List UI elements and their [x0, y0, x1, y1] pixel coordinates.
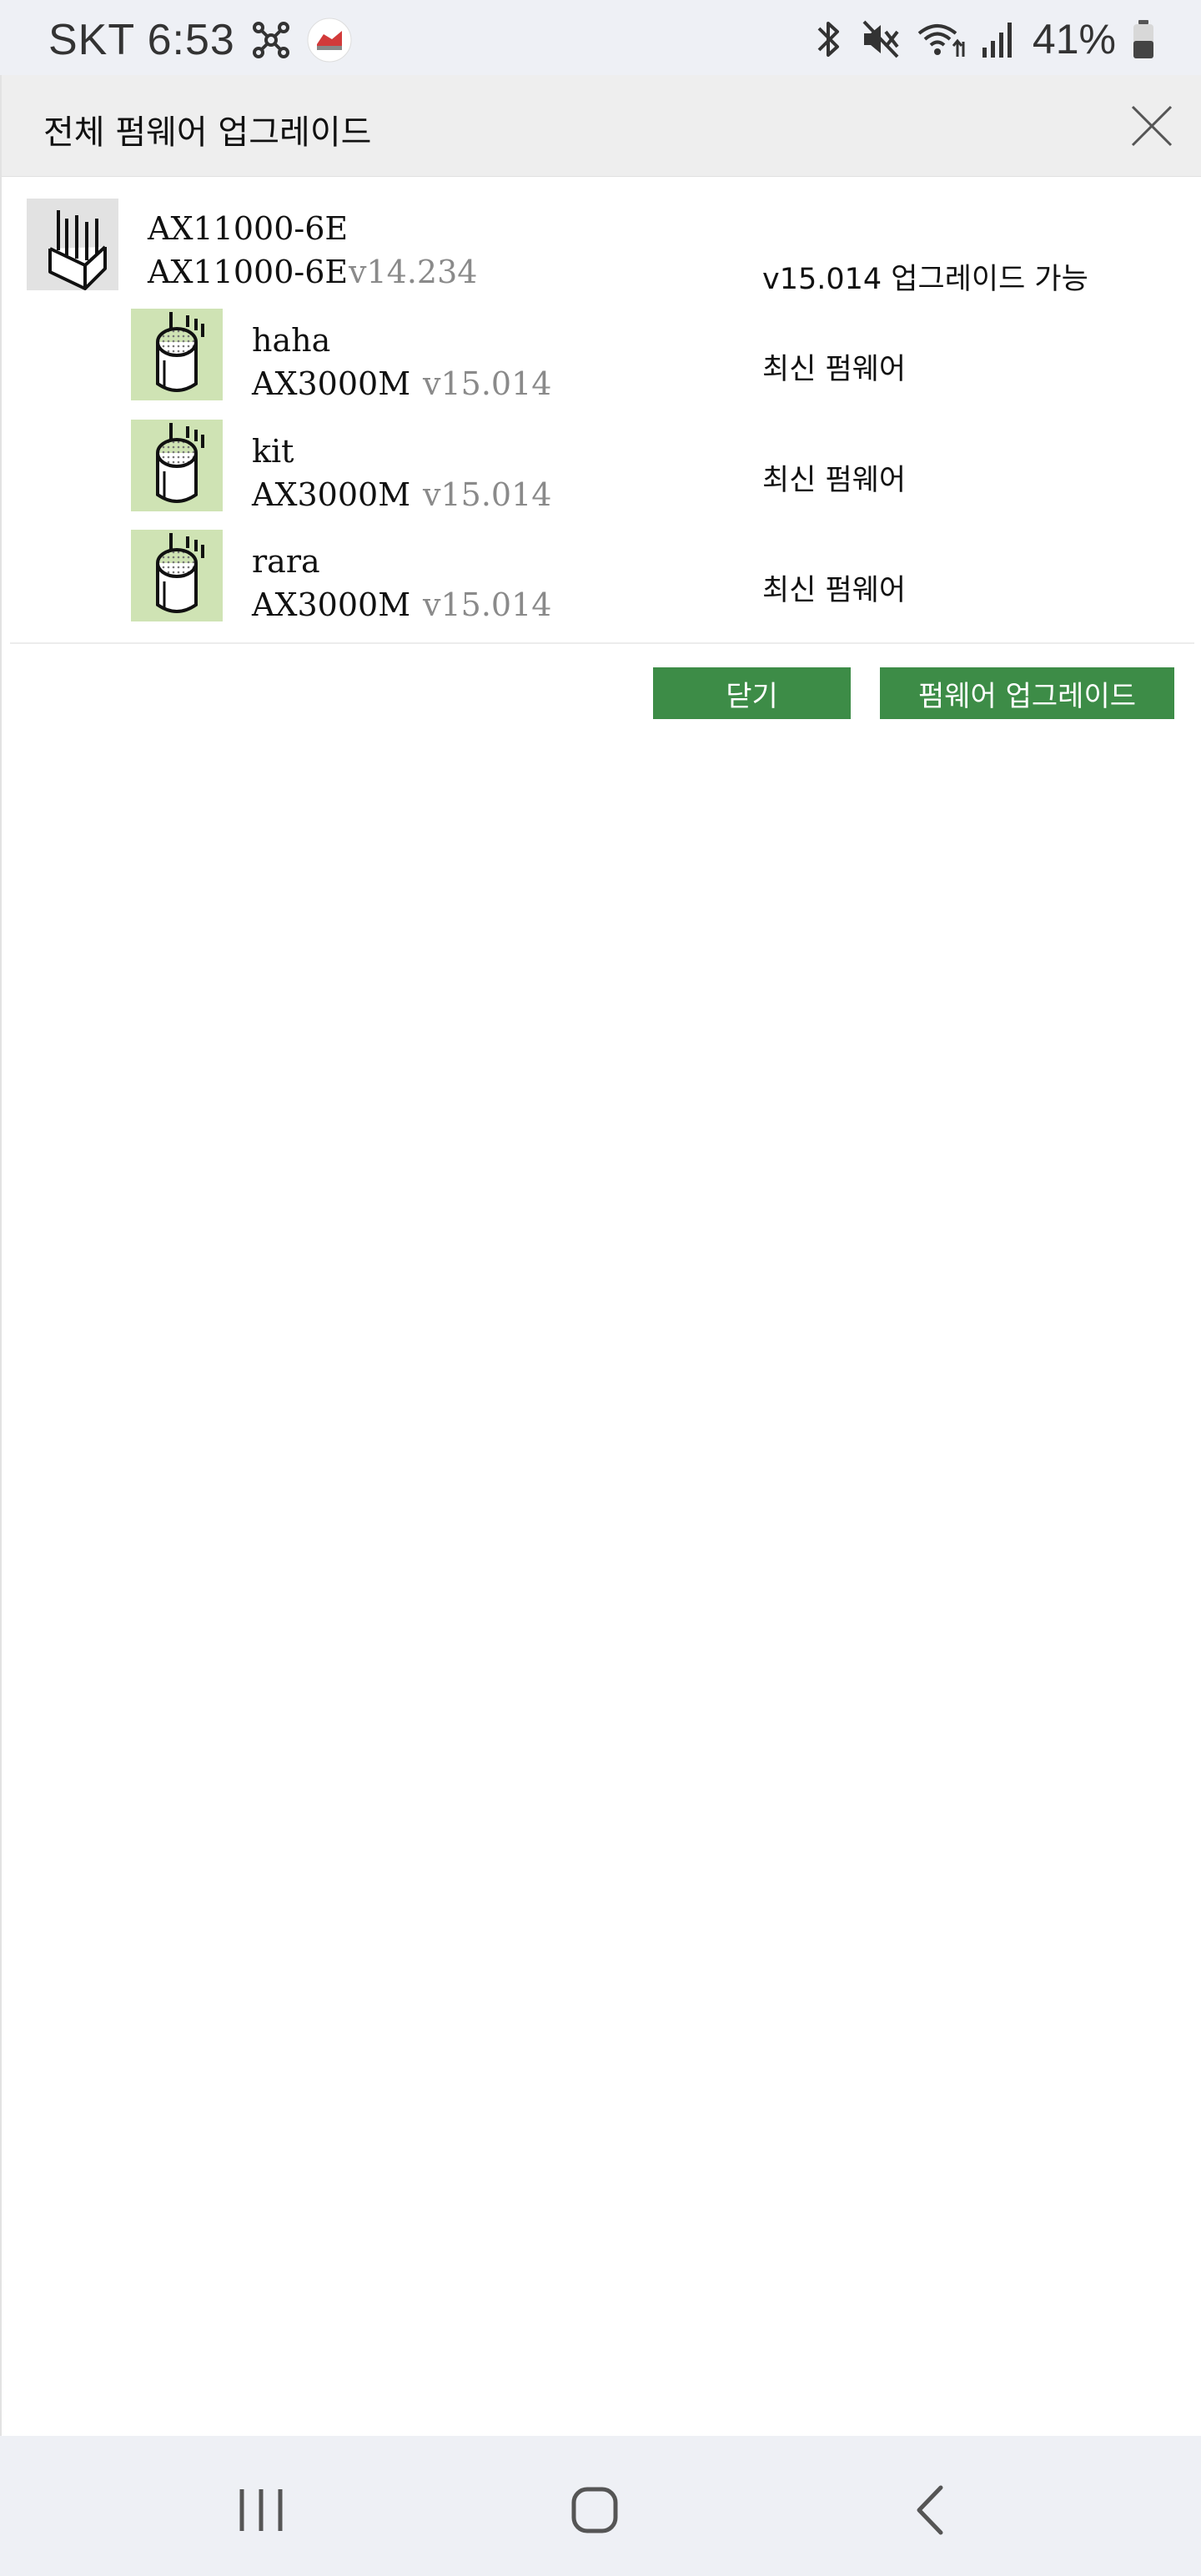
device-row-node: haha AX3000M v15.014 최신 펌웨어 — [2, 309, 1201, 417]
back-icon[interactable] — [892, 2473, 967, 2548]
wifi-icon — [916, 18, 966, 60]
carrier-time: SKT 6:53 — [48, 16, 235, 64]
firmware-upgrade-dialog: 전체 펌웨어 업그레이드 AX11000-6E AX11000-6E v14.2 — [0, 75, 1201, 2436]
device-row-node: kit AX3000M v15.014 최신 펌웨어 — [2, 420, 1201, 528]
device-model: AX3000M — [252, 476, 411, 513]
app-notification-icon — [307, 18, 352, 63]
firmware-upgrade-button[interactable]: 펌웨어 업그레이드 — [880, 667, 1174, 719]
close-icon[interactable] — [1126, 100, 1178, 152]
mesh-node-icon — [131, 420, 223, 511]
device-status: v15.014 업그레이드 가능 — [762, 263, 1088, 296]
device-status: 최신 펌웨어 — [762, 574, 907, 607]
device-version: v15.014 — [423, 586, 552, 623]
device-version: v15.014 — [423, 476, 552, 513]
device-status: 최신 펌웨어 — [762, 464, 907, 497]
device-version: v15.014 — [423, 365, 552, 402]
battery-icon — [1131, 18, 1156, 60]
device-model: AX3000M — [252, 365, 411, 402]
recents-icon[interactable] — [224, 2473, 299, 2548]
device-model: AX3000M — [252, 586, 411, 623]
close-button[interactable]: 닫기 — [653, 667, 851, 719]
device-name: kit — [252, 433, 294, 470]
mute-icon — [861, 18, 901, 60]
mesh-node-icon — [131, 530, 223, 621]
bluetooth-icon — [812, 17, 846, 62]
battery-percent: 41% — [1032, 16, 1116, 63]
router-icon — [27, 199, 118, 290]
device-name: haha — [252, 322, 331, 359]
divider — [10, 642, 1194, 644]
device-name: rara — [252, 543, 320, 580]
device-version: v14.234 — [349, 254, 478, 290]
device-row-node: rara AX3000M v15.014 최신 펌웨어 — [2, 530, 1201, 638]
navigation-bar — [0, 2436, 1201, 2576]
network-hub-icon — [250, 19, 292, 61]
device-row-main: AX11000-6E AX11000-6E v14.234 v15.014 업그… — [2, 199, 1201, 307]
signal-icon — [981, 19, 1018, 59]
dialog-header: 전체 펌웨어 업그레이드 — [2, 75, 1201, 177]
status-left: SKT 6:53 — [48, 15, 352, 65]
dialog-title: 전체 펌웨어 업그레이드 — [43, 113, 372, 152]
device-model: AX11000-6E — [148, 254, 349, 290]
device-status: 최신 펌웨어 — [762, 353, 907, 386]
status-right: 41% — [812, 15, 1156, 63]
mesh-node-icon — [131, 309, 223, 400]
status-bar: SKT 6:53 41% — [0, 0, 1201, 75]
home-icon[interactable] — [557, 2473, 632, 2548]
device-name: AX11000-6E — [148, 210, 349, 247]
